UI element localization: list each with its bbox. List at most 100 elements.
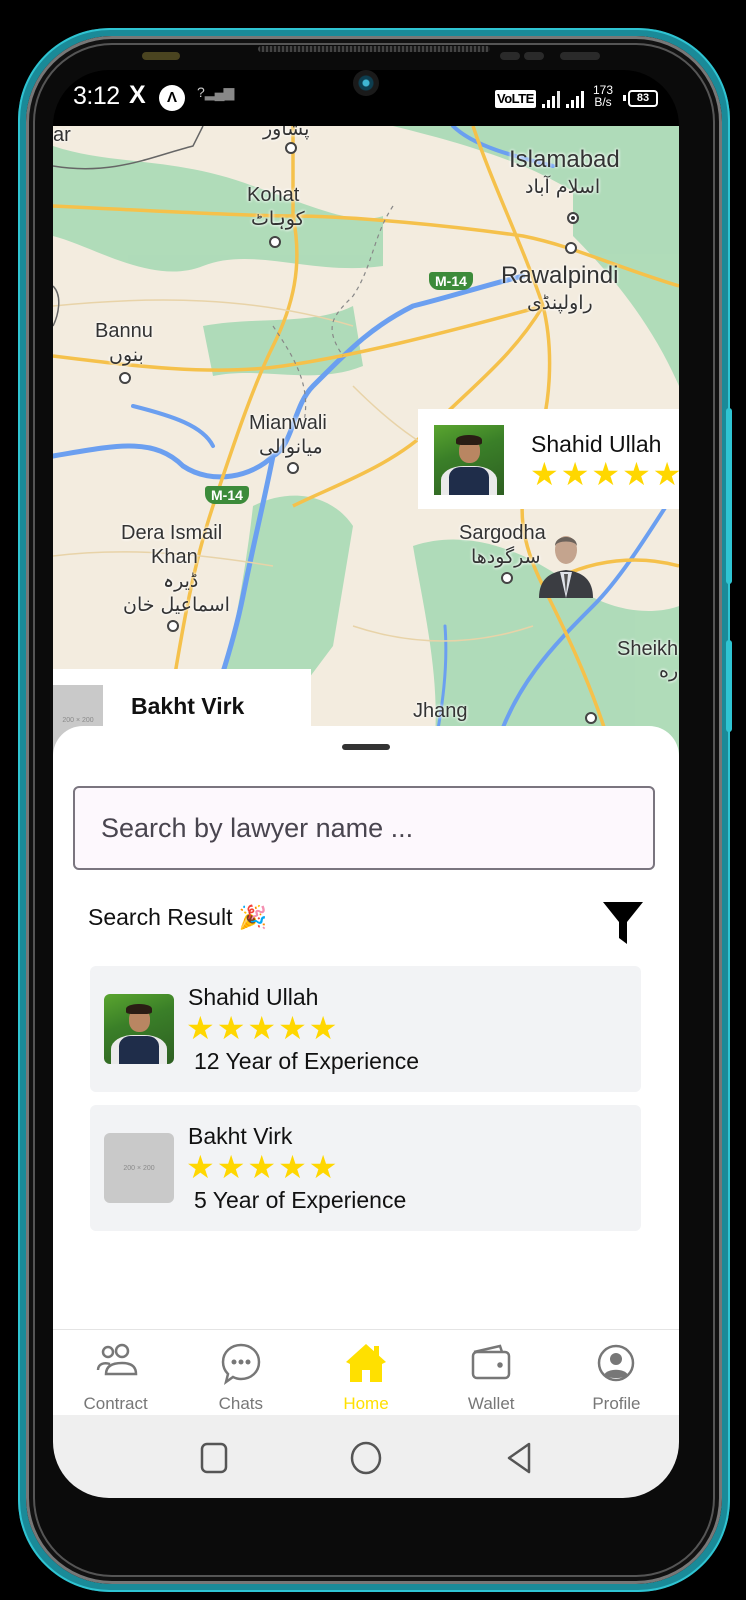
battery-icon: 83 [628, 90, 658, 107]
nav-label: Profile [592, 1394, 641, 1413]
lawyer-rating-stars: ★★★★★ [186, 1149, 340, 1185]
lawyer-map-pin-icon[interactable] [535, 528, 597, 598]
lawyer-experience: 5 Year of Experience [194, 1187, 407, 1213]
screen: 3:12 X Λ ?▂▄▆ VoLTE 173 B/s 83 ar پشاور … [53, 70, 679, 1498]
nav-item-home[interactable]: Home [303, 1330, 428, 1416]
sensor [524, 52, 544, 60]
drag-handle[interactable] [342, 744, 390, 750]
city-dot [501, 572, 513, 584]
map-label-dik-urdu-2: اسماعیل خان [123, 594, 230, 616]
map-label-kohat-urdu: کوہاٹ [251, 208, 305, 230]
map-label-mianwali-urdu: میانوالی [259, 436, 323, 458]
network-speed: 173 B/s [593, 84, 613, 108]
river [131, 404, 215, 448]
lawyer-photo [434, 425, 504, 495]
map-label-sheikhupura-partial: Sheikh [617, 638, 679, 660]
map-label-sargodha: Sargodha [459, 522, 546, 544]
nav-label: Home [343, 1394, 389, 1413]
power-button [726, 640, 732, 732]
map-label-islamabad-urdu: اسلام آباد [525, 176, 601, 198]
front-camera [353, 70, 379, 96]
marker-name: Shahid Ullah [531, 431, 662, 457]
nav-label: Contract [83, 1394, 148, 1413]
map-label-sheikhupura-urdu: ره [659, 660, 679, 682]
nav-label: Wallet [467, 1394, 515, 1413]
map-label-bannu: Bannu [95, 320, 153, 342]
volume-button [726, 408, 732, 584]
photo-hair [126, 1003, 152, 1014]
map-label-dik-urdu: ڈیرہ [163, 570, 199, 592]
profile-icon [598, 1344, 635, 1382]
city-dot [287, 462, 299, 474]
filter-icon[interactable] [601, 900, 645, 946]
map-view[interactable]: ar پشاور Islamabad اسلام آباد Rawalpindi… [53, 126, 679, 756]
marker-name: Bakht Virk [131, 693, 245, 719]
highway-shield: M-14 [429, 272, 473, 290]
search-result-title: Search Result 🎉 [88, 904, 268, 930]
map-label-rawalpindi: Rawalpindi [501, 262, 619, 289]
city-dot [565, 242, 577, 254]
home-icon [346, 1344, 386, 1382]
x-app-icon: X [129, 81, 146, 109]
lawyer-photo [104, 994, 174, 1064]
bottom-navigation: Contract Chats Home Wallet Profile [53, 1329, 679, 1416]
wallet-icon [471, 1344, 511, 1380]
status-bar: 3:12 X Λ ?▂▄▆ VoLTE 173 B/s 83 [53, 70, 679, 126]
city-dot [119, 372, 131, 384]
back-button-icon[interactable] [505, 1441, 535, 1475]
signal-icon [542, 90, 560, 108]
system-navigation-bar [53, 1415, 679, 1498]
map-label-mianwali: Mianwali [249, 412, 327, 434]
app-notification-icon: Λ [159, 85, 185, 111]
city-dot [285, 142, 297, 154]
map-label-sargodha-urdu: سرگودھا [471, 546, 541, 568]
chat-icon [221, 1343, 261, 1385]
net-speed-unit: B/s [594, 95, 612, 109]
marker-rating-stars: ★★★★★ [530, 456, 679, 492]
sensor [500, 52, 520, 60]
city-dot [167, 620, 179, 632]
battery-tip [623, 95, 626, 101]
map-label-dera-ismail-khan: Dera Ismail [121, 522, 223, 544]
nav-item-chats[interactable]: Chats [178, 1330, 303, 1416]
lawyer-result-card[interactable]: 200 × 200 Bakht Virk ★★★★★ 5 Year of Exp… [90, 1105, 641, 1231]
no-signal-label: ? [197, 84, 205, 100]
lawyer-name: Bakht Virk [188, 1123, 293, 1149]
recents-button-icon[interactable] [199, 1441, 229, 1475]
photo-vest [449, 467, 489, 495]
search-result-list: Shahid Ullah ★★★★★ 12 Year of Experience… [90, 966, 641, 1244]
signal-icon [566, 90, 584, 108]
volte-badge: VoLTE [495, 90, 536, 108]
lawyer-rating-stars: ★★★★★ [186, 1010, 340, 1046]
bottom-sheet: Search Result 🎉 Shahid Ullah ★★★★★ 12 Ye… [53, 726, 679, 1329]
capital-dot [567, 212, 579, 224]
lawyer-search-input[interactable] [73, 786, 655, 870]
photo-vest [119, 1036, 159, 1064]
map-label-kohat: Kohat [247, 184, 300, 206]
map-label-bannu-urdu: بنوں [109, 344, 144, 366]
nav-item-wallet[interactable]: Wallet [429, 1330, 554, 1416]
highway-shield: M-14 [205, 486, 249, 504]
map-label-dera-ismail-khan-2: Khan [151, 546, 198, 568]
lawyer-experience: 12 Year of Experience [194, 1048, 420, 1074]
city-dot [269, 236, 281, 248]
map-marker-card-shahid-ullah[interactable]: Shahid Ullah ★★★★★ [418, 409, 679, 509]
map-label-peshawar-partial: ar [53, 126, 71, 146]
city-dot [585, 712, 597, 724]
nav-item-contract[interactable]: Contract [53, 1330, 178, 1416]
lawyer-result-card[interactable]: Shahid Ullah ★★★★★ 12 Year of Experience [90, 966, 641, 1092]
map-label-jhang: Jhang [413, 700, 468, 722]
map-label-peshawar-urdu: پشاور [263, 126, 310, 140]
users-icon [96, 1343, 137, 1376]
home-button-icon[interactable] [349, 1441, 383, 1475]
no-sim-signal-icon: ?▂▄▆ [197, 84, 234, 100]
photo-hair [456, 434, 482, 445]
sensor [560, 52, 600, 60]
map-label-rawalpindi-urdu: راولپنڈی [527, 292, 593, 314]
status-time: 3:12 [73, 82, 120, 110]
map-label-islamabad: Islamabad [509, 146, 620, 173]
earpiece-speaker [258, 46, 490, 52]
lawyer-name: Shahid Ullah [188, 984, 319, 1010]
lawyer-photo-placeholder: 200 × 200 [104, 1133, 174, 1203]
nav-item-profile[interactable]: Profile [554, 1330, 679, 1416]
